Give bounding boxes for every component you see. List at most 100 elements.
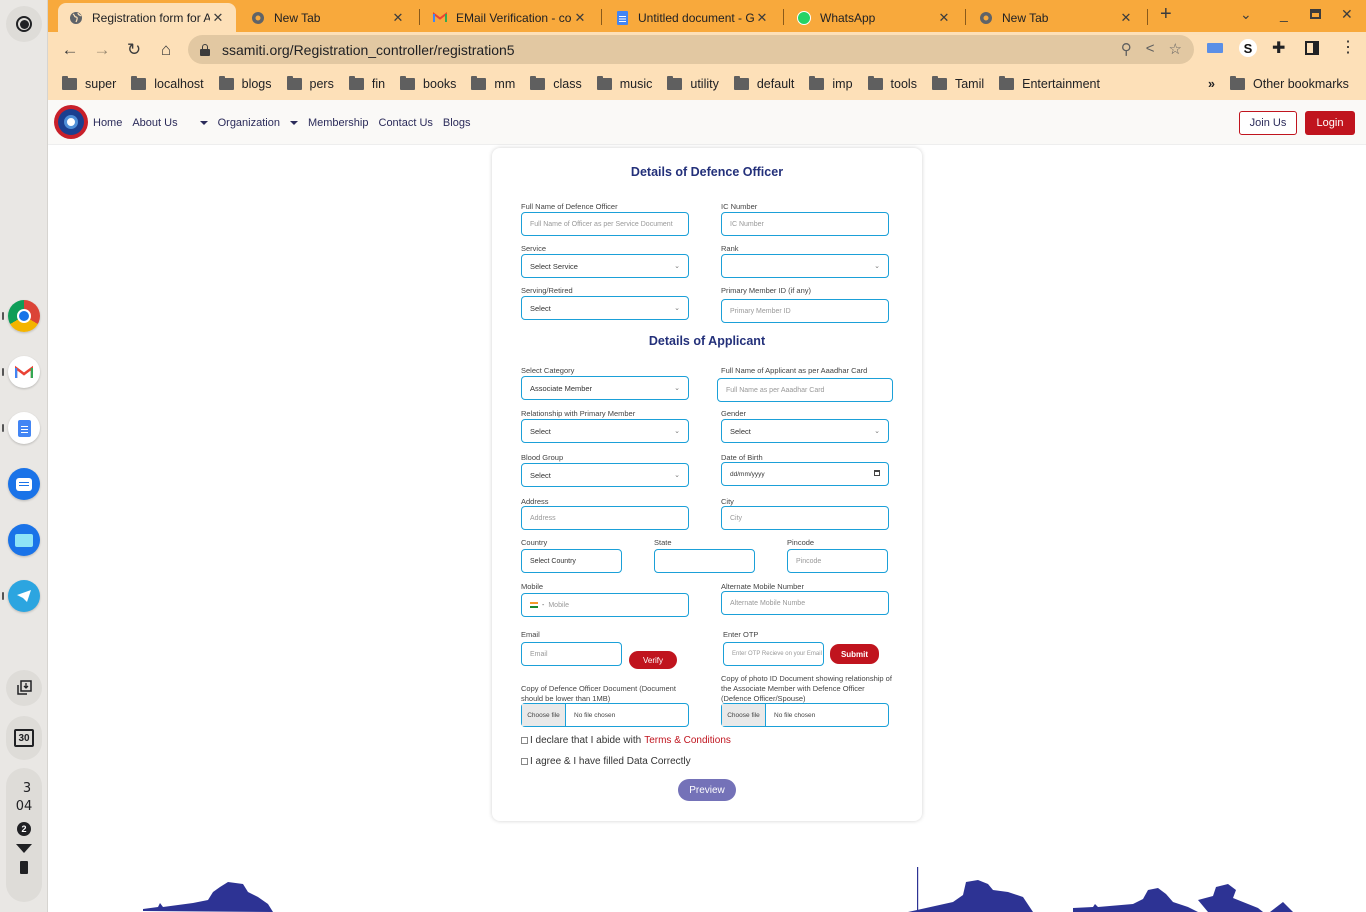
- maximize-button[interactable]: [1310, 9, 1321, 19]
- other-bookmarks[interactable]: Other bookmarks: [1230, 76, 1349, 91]
- address-input[interactable]: Address: [521, 506, 689, 530]
- messages-app-icon[interactable]: [8, 468, 40, 500]
- side-panel-icon[interactable]: [1305, 41, 1319, 55]
- email-input[interactable]: Email: [521, 642, 622, 666]
- tab-close-icon[interactable]: ✕: [210, 10, 226, 26]
- tab-whatsapp[interactable]: WhatsApp ✕: [786, 3, 962, 32]
- join-us-button[interactable]: Join Us: [1239, 111, 1297, 135]
- status-tray[interactable]: 3 04 2: [6, 768, 42, 902]
- zoom-icon[interactable]: ⚲: [1121, 40, 1132, 58]
- service-select[interactable]: Select Service ⌄: [521, 254, 689, 278]
- tab-close-icon[interactable]: ✕: [754, 10, 770, 26]
- dob-input[interactable]: dd/mm/yyyy: [721, 462, 889, 486]
- tab-close-icon[interactable]: ✕: [936, 10, 952, 26]
- extension-keyboard-icon[interactable]: [1207, 43, 1223, 53]
- calendar-icon[interactable]: [874, 470, 880, 476]
- bookmark-imp[interactable]: imp: [809, 76, 853, 91]
- bookmark-super[interactable]: super: [62, 76, 116, 91]
- photo-id-doc-file-input[interactable]: Choose file No file chosen: [721, 703, 889, 727]
- docs-app-icon[interactable]: [8, 412, 40, 444]
- mobile-input[interactable]: - Mobile: [521, 593, 689, 617]
- nav-home[interactable]: Home: [93, 117, 122, 129]
- state-select[interactable]: [654, 549, 755, 573]
- browser-menu-icon[interactable]: ⋮: [1340, 37, 1356, 57]
- choose-file-button[interactable]: Choose file: [722, 704, 766, 726]
- declare-checkbox[interactable]: [521, 737, 528, 744]
- bookmark-star-icon[interactable]: ☆: [1169, 40, 1182, 58]
- address-bar[interactable]: ssamiti.org/Registration_controller/regi…: [188, 35, 1194, 64]
- nav-organization[interactable]: Organization: [218, 117, 280, 129]
- serving-retired-select[interactable]: Select ⌄: [521, 296, 689, 320]
- alt-mobile-input[interactable]: Alternate Mobile Numbe: [721, 591, 889, 615]
- bookmark-fin[interactable]: fin: [348, 76, 385, 91]
- login-button[interactable]: Login: [1305, 111, 1355, 135]
- agree-checkbox[interactable]: [521, 758, 528, 765]
- tab-new-tab[interactable]: New Tab ✕: [240, 3, 416, 32]
- india-flag-icon[interactable]: [530, 602, 538, 608]
- organization-dropdown-caret-icon[interactable]: [289, 120, 298, 125]
- forward-button[interactable]: →: [91, 39, 113, 61]
- about-dropdown-caret-icon[interactable]: [199, 120, 208, 125]
- home-button[interactable]: ⌂: [155, 39, 177, 61]
- bookmark-tamil[interactable]: Tamil: [931, 76, 984, 91]
- bookmark-default[interactable]: default: [733, 76, 794, 91]
- new-tab-button[interactable]: +: [1160, 3, 1172, 26]
- primary-member-id-input[interactable]: Primary Member ID: [721, 299, 889, 323]
- tab-close-icon[interactable]: ✕: [390, 10, 406, 26]
- share-icon[interactable]: <: [1146, 40, 1155, 58]
- bookmark-localhost[interactable]: localhost: [131, 76, 204, 91]
- verify-button[interactable]: Verify: [629, 651, 677, 669]
- calendar-button[interactable]: 30: [6, 716, 42, 760]
- chrome-app-icon[interactable]: [8, 300, 40, 332]
- gmail-app-icon[interactable]: [8, 356, 40, 388]
- tab-close-icon[interactable]: ✕: [572, 10, 588, 26]
- close-window-button[interactable]: ✕: [1341, 6, 1353, 23]
- bookmark-music[interactable]: music: [596, 76, 652, 91]
- extension-s-icon[interactable]: S: [1239, 39, 1257, 57]
- category-select[interactable]: Associate Member ⌄: [521, 376, 689, 400]
- nav-contact-us[interactable]: Contact Us: [379, 117, 433, 129]
- terms-link[interactable]: Terms & Conditions: [644, 735, 731, 746]
- tab-registration[interactable]: Registration form for A ✕: [58, 3, 236, 32]
- gender-select[interactable]: Select ⌄: [721, 419, 889, 443]
- tab-email-verification[interactable]: EMail Verification - co ✕: [422, 3, 598, 32]
- launcher-button[interactable]: [6, 6, 42, 42]
- pincode-input[interactable]: Pincode: [787, 549, 888, 573]
- bookmark-mm[interactable]: mm: [471, 76, 515, 91]
- files-app-icon[interactable]: [8, 524, 40, 556]
- officer-name-input[interactable]: Full Name of Officer as per Service Docu…: [521, 212, 689, 236]
- preview-button[interactable]: Preview: [678, 779, 736, 801]
- bookmark-books[interactable]: books: [400, 76, 456, 91]
- back-button[interactable]: ←: [59, 39, 81, 61]
- relationship-select[interactable]: Select ⌄: [521, 419, 689, 443]
- site-logo[interactable]: [54, 105, 88, 139]
- nav-blogs[interactable]: Blogs: [443, 117, 471, 129]
- choose-file-button[interactable]: Choose file: [522, 704, 566, 726]
- bookmark-blogs[interactable]: blogs: [218, 76, 272, 91]
- reload-button[interactable]: ↻: [123, 39, 145, 61]
- bookmark-entertainment[interactable]: Entertainment: [999, 76, 1100, 91]
- bookmark-pers[interactable]: pers: [286, 76, 334, 91]
- tab-close-icon[interactable]: ✕: [1118, 10, 1134, 26]
- holding-space-button[interactable]: [6, 670, 42, 706]
- city-input[interactable]: City: [721, 506, 889, 530]
- tab-new-tab-2[interactable]: New Tab ✕: [968, 3, 1144, 32]
- nav-about-us[interactable]: About Us: [132, 117, 177, 129]
- tab-search-chevron-icon[interactable]: ⌄: [1240, 6, 1252, 23]
- ic-number-input[interactable]: IC Number: [721, 212, 889, 236]
- otp-input[interactable]: Enter OTP Recieve on your Email: [723, 642, 824, 666]
- rank-select[interactable]: ⌄: [721, 254, 889, 278]
- applicant-name-input[interactable]: Full Name as per Aaadhar Card: [717, 378, 893, 402]
- blood-group-select[interactable]: Select ⌄: [521, 463, 689, 487]
- telegram-app-icon[interactable]: [8, 580, 40, 612]
- country-select[interactable]: Select Country: [521, 549, 622, 573]
- bookmark-tools[interactable]: tools: [867, 76, 917, 91]
- minimize-button[interactable]: _: [1280, 6, 1288, 22]
- extensions-puzzle-icon[interactable]: ✚: [1272, 38, 1285, 58]
- otp-submit-button[interactable]: Submit: [830, 644, 879, 664]
- bookmark-utility[interactable]: utility: [667, 76, 719, 91]
- tab-untitled-document[interactable]: Untitled document - G ✕: [604, 3, 780, 32]
- bookmark-class[interactable]: class: [530, 76, 582, 91]
- more-bookmarks-button[interactable]: »: [1208, 77, 1215, 91]
- officer-doc-file-input[interactable]: Choose file No file chosen: [521, 703, 689, 727]
